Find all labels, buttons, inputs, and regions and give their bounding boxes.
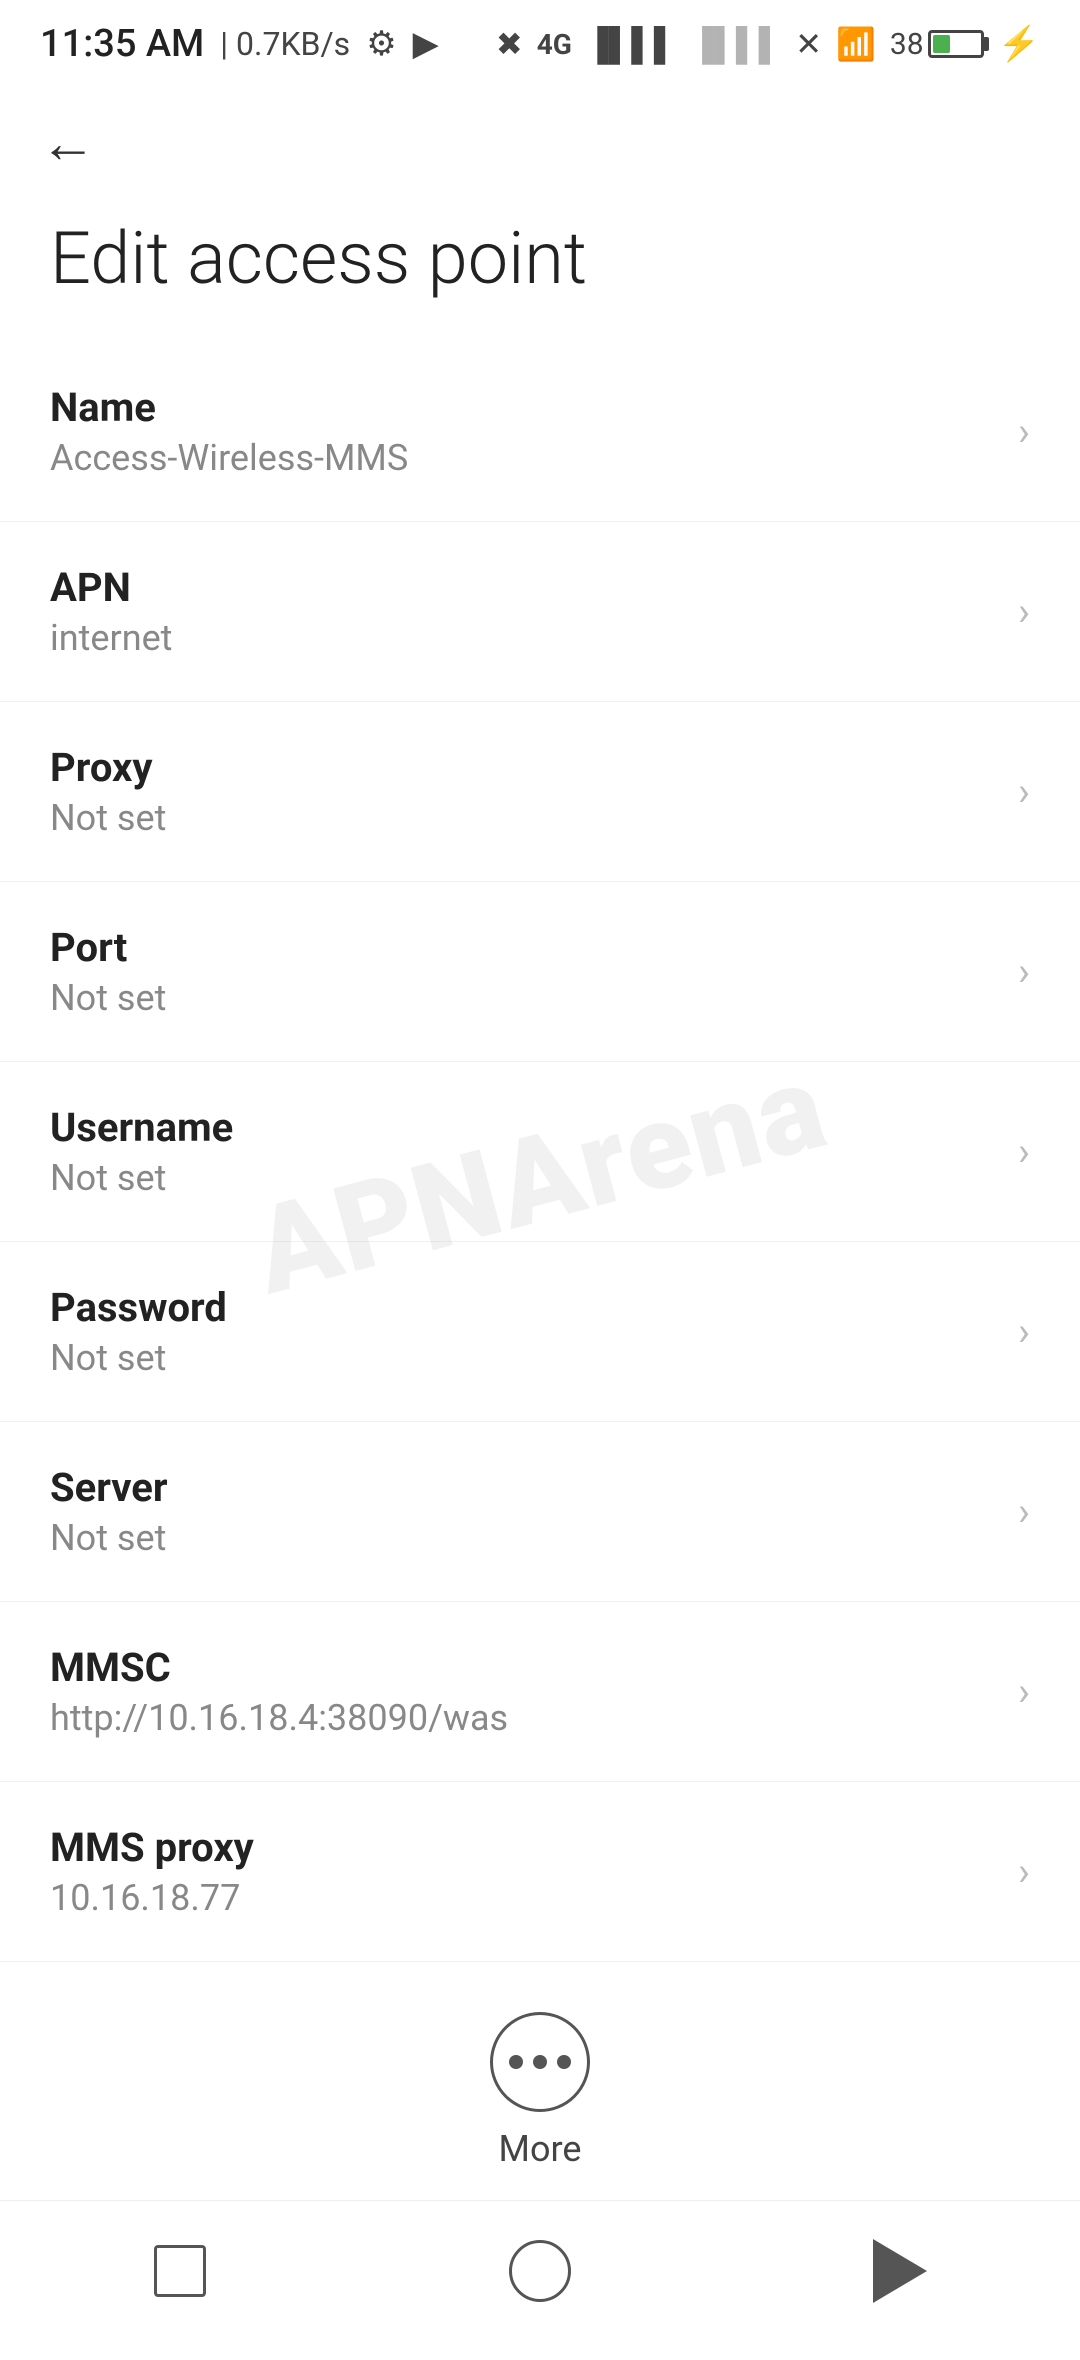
status-speed: | 0.7KB/s [220, 25, 350, 63]
more-dots [509, 2055, 571, 2069]
more-circle-button[interactable] [490, 2012, 590, 2112]
settings-value-username: Not set [50, 1157, 998, 1199]
more-dot-1 [509, 2055, 523, 2069]
settings-item-apn-content: APN internet [50, 564, 998, 659]
back-button[interactable]: ← [0, 80, 1080, 196]
more-dot-2 [533, 2055, 547, 2069]
settings-value-mms-proxy: 10.16.18.77 [50, 1877, 998, 1919]
settings-item-username[interactable]: Username Not set › [0, 1062, 1080, 1242]
settings-item-mms-proxy-content: MMS proxy 10.16.18.77 [50, 1824, 998, 1919]
settings-item-mms-proxy[interactable]: MMS proxy 10.16.18.77 › [0, 1782, 1080, 1962]
settings-value-apn: internet [50, 617, 998, 659]
battery-container: 38 [890, 27, 984, 62]
settings-label-proxy: Proxy [50, 744, 998, 791]
settings-value-mmsc: http://10.16.18.4:38090/was [50, 1697, 998, 1739]
nav-home-icon[interactable] [509, 2240, 571, 2302]
more-label: More [499, 2128, 582, 2170]
settings-item-port-content: Port Not set [50, 924, 998, 1019]
nav-home-button[interactable] [480, 2231, 600, 2311]
network-4g-icon: 4G [537, 28, 572, 61]
chevron-server-icon: › [1018, 1488, 1030, 1535]
main-content: ← Edit access point Name Access-Wireless… [0, 80, 1080, 2360]
battery-icon [928, 30, 984, 58]
signal-x-icon: ✕ [795, 25, 822, 63]
settings-value-port: Not set [50, 977, 998, 1019]
chevron-proxy-icon: › [1018, 768, 1030, 815]
more-dot-3 [557, 2055, 571, 2069]
camera-icon: ▶ [413, 24, 439, 64]
chevron-port-icon: › [1018, 948, 1030, 995]
navigation-bar [0, 2200, 1080, 2340]
settings-list: Name Access-Wireless-MMS › APN internet … [0, 342, 1080, 1962]
nav-back-button[interactable] [840, 2231, 960, 2311]
battery-fill [933, 35, 950, 53]
settings-item-apn[interactable]: APN internet › [0, 522, 1080, 702]
settings-value-name: Access-Wireless-MMS [50, 437, 998, 479]
chevron-name-icon: › [1018, 408, 1030, 455]
charge-icon: ⚡ [998, 24, 1040, 64]
settings-value-password: Not set [50, 1337, 998, 1379]
status-time: 11:35 AM [40, 22, 204, 66]
status-bar: 11:35 AM | 0.7KB/s ⚙ ▶ ✖ 4G ▐▌▌▌ ▐▌▌▌ ✕ … [0, 0, 1080, 80]
settings-icon: ⚙ [366, 24, 396, 64]
settings-item-name[interactable]: Name Access-Wireless-MMS › [0, 342, 1080, 522]
settings-label-mms-proxy: MMS proxy [50, 1824, 998, 1871]
chevron-username-icon: › [1018, 1128, 1030, 1175]
settings-item-password[interactable]: Password Not set › [0, 1242, 1080, 1422]
page-title: Edit access point [0, 196, 1080, 342]
wifi-icon: 📶 [836, 25, 876, 63]
settings-label-apn: APN [50, 564, 998, 611]
settings-item-port[interactable]: Port Not set › [0, 882, 1080, 1062]
settings-label-server: Server [50, 1464, 998, 1511]
settings-item-username-content: Username Not set [50, 1104, 998, 1199]
settings-item-proxy-content: Proxy Not set [50, 744, 998, 839]
signal-icon: ▐▌▌▌ [586, 25, 677, 63]
chevron-mmsc-icon: › [1018, 1668, 1030, 1715]
settings-value-proxy: Not set [50, 797, 998, 839]
settings-label-mmsc: MMSC [50, 1644, 998, 1691]
nav-back-icon[interactable] [873, 2239, 927, 2303]
status-right: ✖ 4G ▐▌▌▌ ▐▌▌▌ ✕ 📶 38 ⚡ [496, 24, 1040, 64]
settings-item-password-content: Password Not set [50, 1284, 998, 1379]
settings-label-port: Port [50, 924, 998, 971]
settings-item-server[interactable]: Server Not set › [0, 1422, 1080, 1602]
more-button-area[interactable]: More [0, 1962, 1080, 2210]
settings-item-name-content: Name Access-Wireless-MMS [50, 384, 998, 479]
status-left: 11:35 AM | 0.7KB/s ⚙ ▶ [40, 22, 439, 66]
chevron-apn-icon: › [1018, 588, 1030, 635]
settings-item-mmsc[interactable]: MMSC http://10.16.18.4:38090/was › [0, 1602, 1080, 1782]
back-arrow-icon[interactable]: ← [40, 110, 96, 176]
settings-item-server-content: Server Not set [50, 1464, 998, 1559]
battery-percent: 38 [890, 27, 924, 62]
settings-label-name: Name [50, 384, 998, 431]
settings-item-proxy[interactable]: Proxy Not set › [0, 702, 1080, 882]
nav-recents-button[interactable] [120, 2231, 240, 2311]
bluetooth-icon: ✖ [496, 25, 523, 63]
settings-item-mmsc-content: MMSC http://10.16.18.4:38090/was [50, 1644, 998, 1739]
signal2-icon: ▐▌▌▌ [691, 25, 782, 63]
settings-value-server: Not set [50, 1517, 998, 1559]
settings-label-password: Password [50, 1284, 998, 1331]
settings-label-username: Username [50, 1104, 998, 1151]
chevron-password-icon: › [1018, 1308, 1030, 1355]
chevron-mms-proxy-icon: › [1018, 1848, 1030, 1895]
nav-recents-icon[interactable] [154, 2245, 206, 2297]
